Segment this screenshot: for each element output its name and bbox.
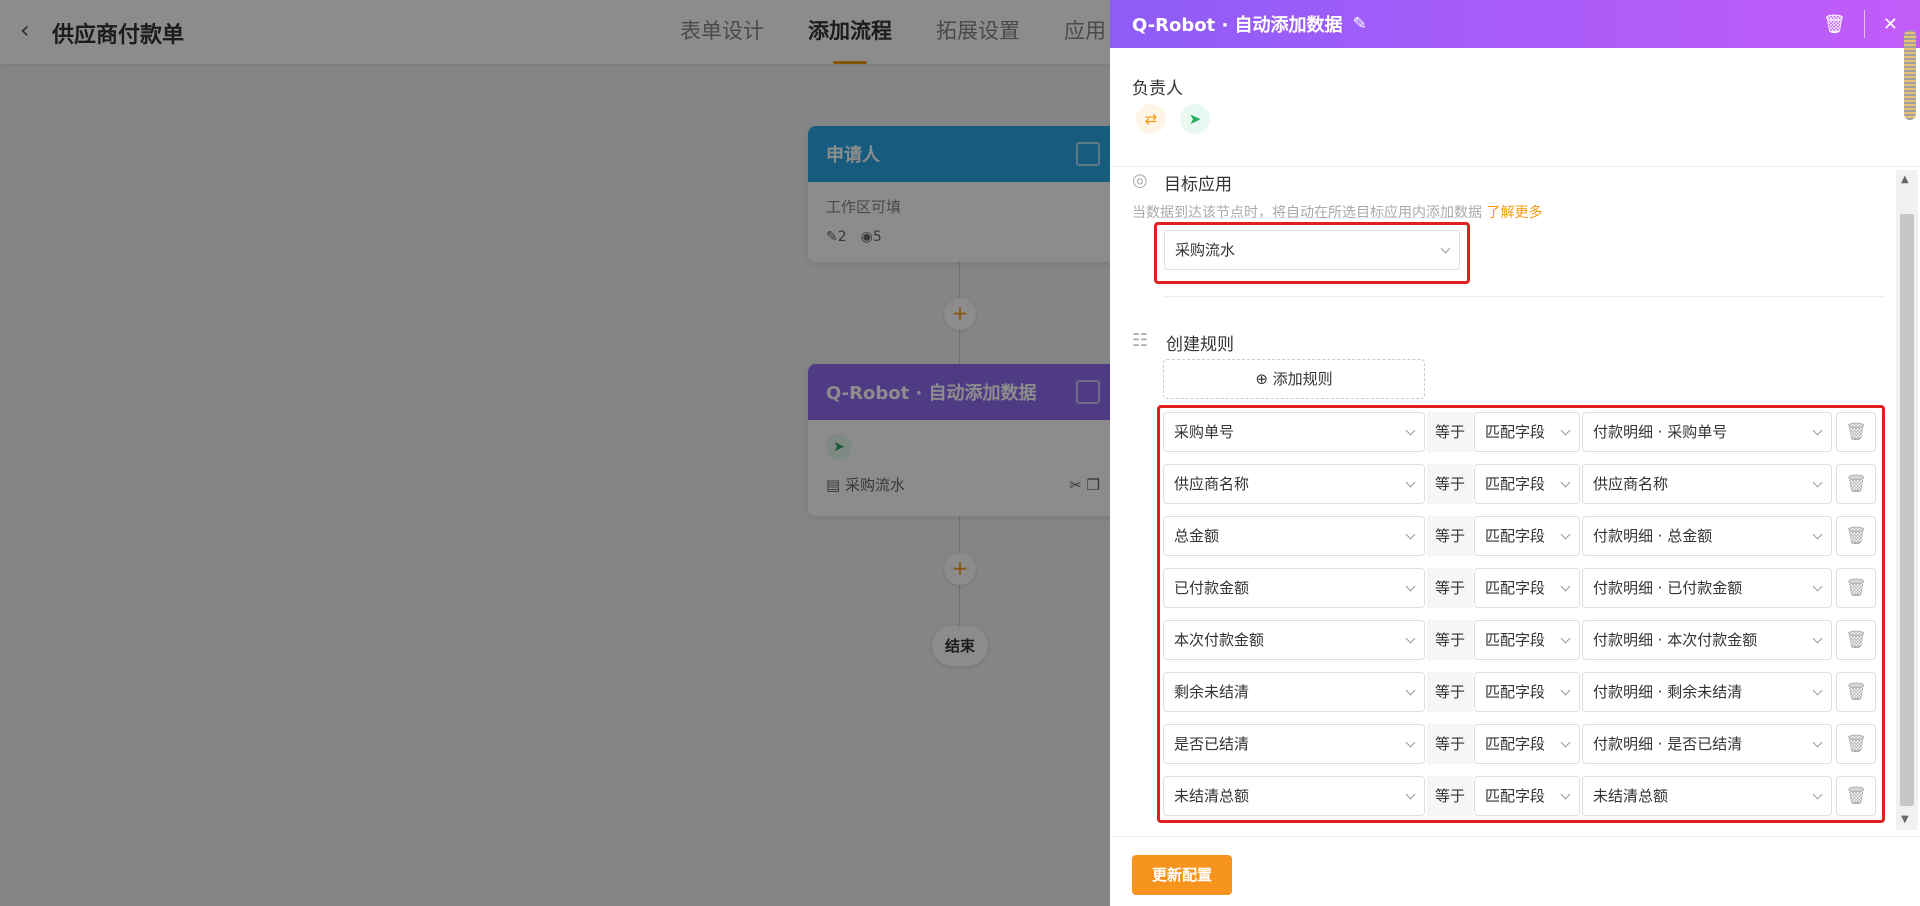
operator-label: 等于 <box>1427 672 1473 712</box>
rule-target-select[interactable]: 付款明细 · 剩余未结清 <box>1582 672 1832 712</box>
delete-rule-trash-icon[interactable]: 🗑 <box>1836 776 1876 816</box>
operator-label: 等于 <box>1427 464 1473 504</box>
rule-target-select[interactable]: 付款明细 · 已付款金额 <box>1582 568 1832 608</box>
modal-overlay[interactable] <box>0 0 1110 906</box>
scroll-up-icon[interactable]: ▲ <box>1901 174 1909 185</box>
operator-label: 等于 <box>1427 568 1473 608</box>
rule-field-select[interactable]: 采购单号 <box>1163 412 1425 452</box>
owner-label: 负责人 <box>1132 79 1183 99</box>
add-rule-button[interactable]: ⊕ 添加规则 <box>1163 359 1425 399</box>
target-app-select[interactable]: 采购流水 <box>1164 230 1460 270</box>
match-type-select[interactable]: 匹配字段 <box>1474 464 1580 504</box>
operator-label: 等于 <box>1427 724 1473 764</box>
operator-label: 等于 <box>1427 412 1473 452</box>
rule-field-select[interactable]: 未结清总额 <box>1163 776 1425 816</box>
drawer-title: Q-Robot · 自动添加数据 <box>1132 15 1343 36</box>
config-drawer: Q-Robot · 自动添加数据 ✎ 🗑 ✕ 负责人 ⇄ ➤ ◎ 目标应用 当数… <box>1110 0 1920 906</box>
rule-field-select[interactable]: 本次付款金额 <box>1163 620 1425 660</box>
divider <box>1110 166 1920 167</box>
target-icon: ◎ <box>1132 170 1148 191</box>
rule-target-select[interactable]: 未结清总额 <box>1582 776 1832 816</box>
edit-icon[interactable]: ✎ <box>1353 14 1367 34</box>
scroll-thumb[interactable] <box>1900 214 1914 806</box>
delete-rule-trash-icon[interactable]: 🗑 <box>1836 464 1876 504</box>
operator-label: 等于 <box>1427 516 1473 556</box>
rule-field-select[interactable]: 剩余未结清 <box>1163 672 1425 712</box>
delete-rule-trash-icon[interactable]: 🗑 <box>1836 672 1876 712</box>
match-type-select[interactable]: 匹配字段 <box>1474 568 1580 608</box>
close-icon[interactable]: ✕ <box>1883 14 1898 35</box>
delete-rule-trash-icon[interactable]: 🗑 <box>1836 568 1876 608</box>
delete-rule-trash-icon[interactable]: 🗑 <box>1836 724 1876 764</box>
panel-scrollbar[interactable] <box>1904 30 1916 120</box>
divider <box>1164 296 1884 297</box>
operator-label: 等于 <box>1427 620 1473 660</box>
delete-rule-trash-icon[interactable]: 🗑 <box>1836 412 1876 452</box>
rule-target-select[interactable]: 付款明细 · 采购单号 <box>1582 412 1832 452</box>
plus-circle-icon: ⊕ <box>1255 370 1268 388</box>
match-type-select[interactable]: 匹配字段 <box>1474 620 1580 660</box>
learn-more-link[interactable]: 了解更多 <box>1486 205 1542 221</box>
content-scrollbar[interactable]: ▲ ▼ <box>1896 170 1918 830</box>
create-rules-label: 创建规则 <box>1166 335 1234 355</box>
rule-field-select[interactable]: 供应商名称 <box>1163 464 1425 504</box>
delete-rule-trash-icon[interactable]: 🗑 <box>1836 620 1876 660</box>
header-divider <box>1863 10 1865 38</box>
drawer-header: Q-Robot · 自动添加数据 ✎ 🗑 ✕ <box>1110 0 1920 48</box>
match-type-select[interactable]: 匹配字段 <box>1474 776 1580 816</box>
delete-rule-trash-icon[interactable]: 🗑 <box>1836 516 1876 556</box>
trash-icon[interactable]: 🗑 <box>1823 14 1846 35</box>
scroll-down-icon[interactable]: ▼ <box>1901 814 1909 825</box>
rule-field-select[interactable]: 是否已结清 <box>1163 724 1425 764</box>
list-icon: ☷ <box>1132 330 1149 351</box>
match-type-select[interactable]: 匹配字段 <box>1474 724 1580 764</box>
add-rule-label: 添加规则 <box>1272 370 1333 388</box>
rule-field-select[interactable]: 总金额 <box>1163 516 1425 556</box>
paper-plane-icon[interactable]: ➤ <box>1180 104 1210 134</box>
update-config-button[interactable]: 更新配置 <box>1132 855 1232 895</box>
match-type-select[interactable]: 匹配字段 <box>1474 412 1580 452</box>
rule-target-select[interactable]: 付款明细 · 总金额 <box>1582 516 1832 556</box>
swap-icon[interactable]: ⇄ <box>1136 104 1166 134</box>
match-type-select[interactable]: 匹配字段 <box>1474 672 1580 712</box>
match-type-select[interactable]: 匹配字段 <box>1474 516 1580 556</box>
target-app-label: 目标应用 <box>1164 175 1232 195</box>
drawer-footer: 更新配置 <box>1110 836 1920 906</box>
target-app-description: 当数据到达该节点时，将自动在所选目标应用内添加数据 <box>1132 205 1482 221</box>
rule-target-select[interactable]: 供应商名称 <box>1582 464 1832 504</box>
rule-target-select[interactable]: 付款明细 · 本次付款金额 <box>1582 620 1832 660</box>
operator-label: 等于 <box>1427 776 1473 816</box>
rule-field-select[interactable]: 已付款金额 <box>1163 568 1425 608</box>
rule-target-select[interactable]: 付款明细 · 是否已结清 <box>1582 724 1832 764</box>
